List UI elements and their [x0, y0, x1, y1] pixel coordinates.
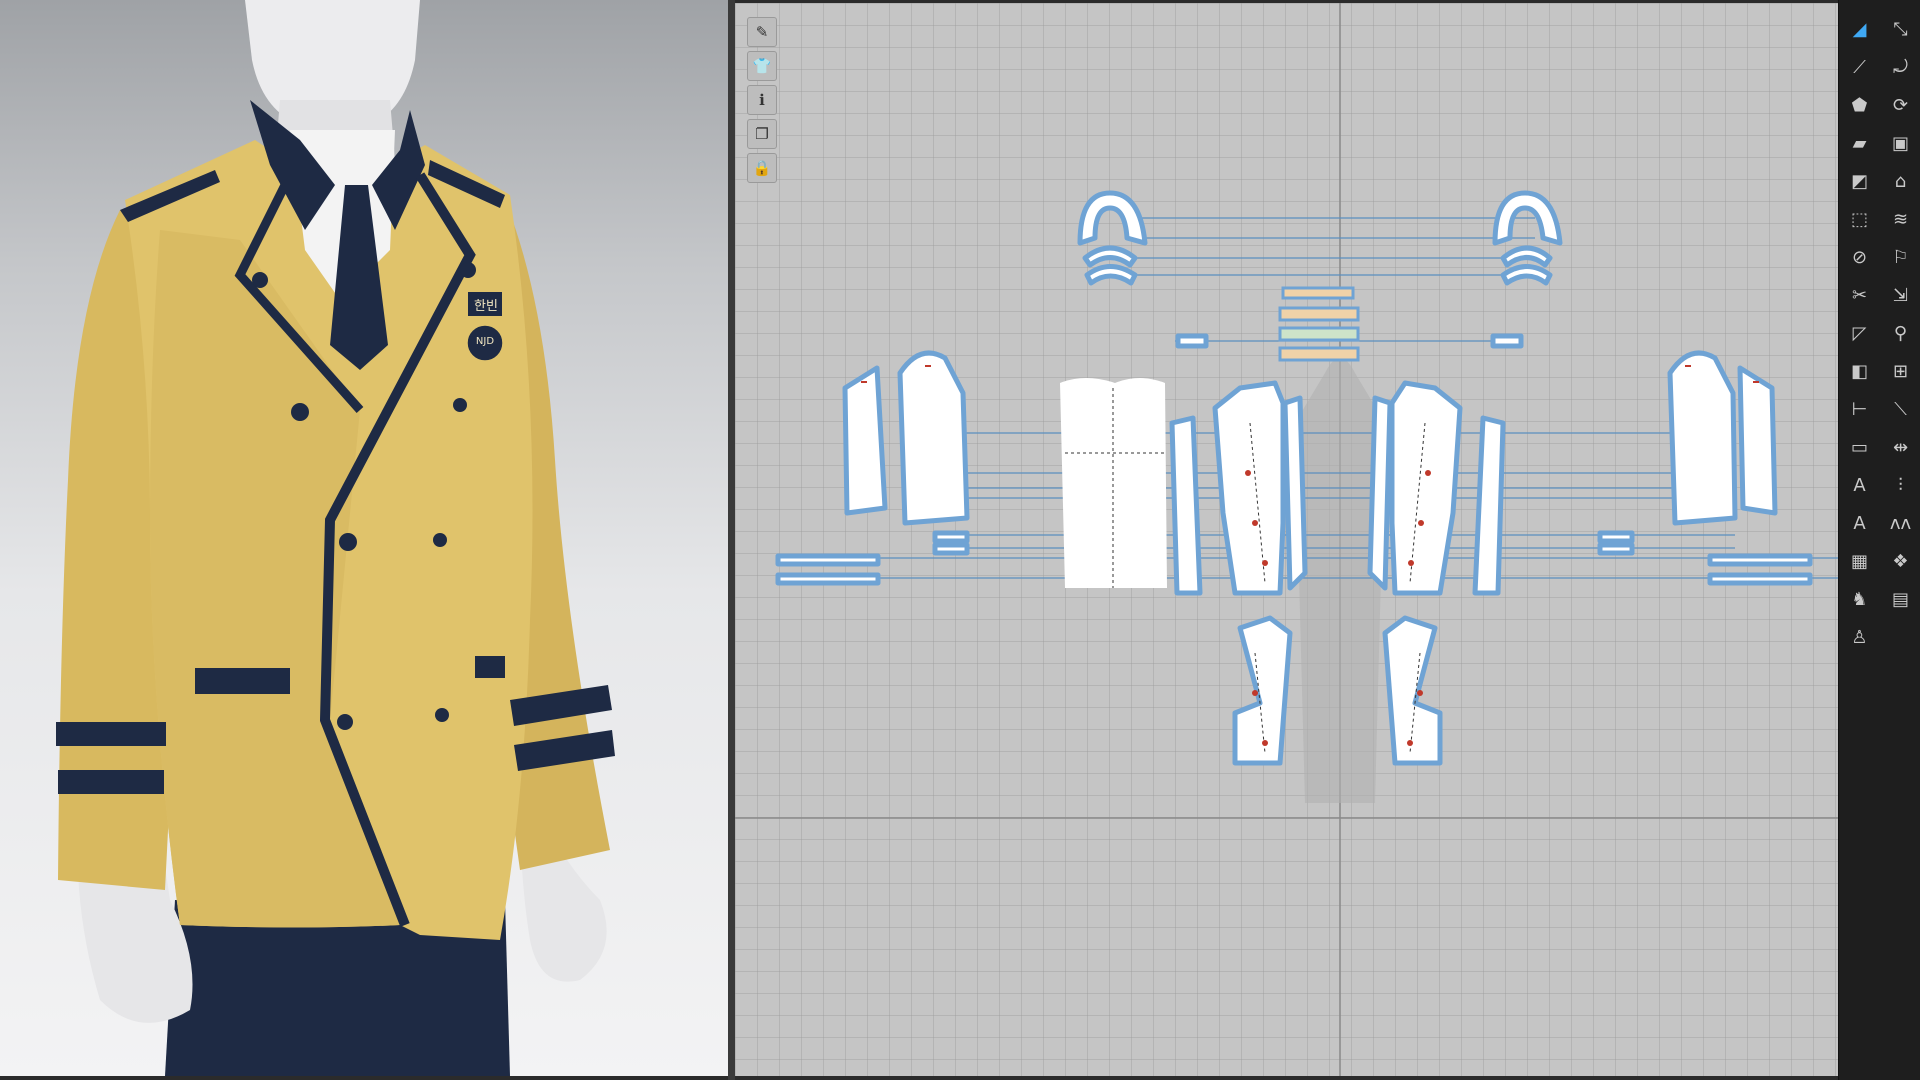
curve-icon[interactable]: ⤾ — [1880, 48, 1920, 86]
topsleeve-right — [1667, 350, 1738, 526]
topsleeve-left — [897, 350, 970, 526]
iron-icon[interactable]: ⌂ — [1880, 162, 1920, 200]
school-emblem: NJD — [475, 336, 495, 347]
avatar-icon[interactable]: ♞ — [1839, 580, 1880, 618]
text-large-icon[interactable]: A — [1839, 504, 1880, 542]
texture-icon[interactable]: ❖ — [1880, 542, 1920, 580]
figure-icon[interactable]: ♙ — [1839, 618, 1880, 656]
side-panel-left — [1169, 415, 1203, 596]
tape-icon[interactable]: ▭ — [1839, 428, 1880, 466]
trace-icon[interactable]: ◩ — [1839, 162, 1880, 200]
front-right — [1389, 380, 1463, 596]
2d-pattern-window[interactable]: ✎ 👕 ℹ ❐ 🔒 — [735, 3, 1838, 1076]
strip-right-b — [1707, 572, 1813, 586]
dart-icon[interactable]: ◸ — [1839, 314, 1880, 352]
lock-garment-icon[interactable]: 🔒 — [747, 153, 777, 183]
copy-icon[interactable]: ❐ — [747, 119, 777, 149]
facing-1 — [1281, 286, 1355, 300]
pin-icon[interactable]: ⚲ — [1880, 314, 1920, 352]
length-icon[interactable]: ⇹ — [1880, 428, 1920, 466]
undersleeve-left — [842, 365, 888, 516]
stand-piece-l1 — [1082, 245, 1138, 268]
right-pocket-flap — [475, 656, 505, 678]
strip-left-b — [775, 572, 881, 586]
name-tag: 한빈 — [474, 299, 498, 314]
info-icon[interactable]: ℹ — [747, 85, 777, 115]
side-panel-right — [1472, 415, 1506, 596]
pattern-canvas — [735, 3, 1838, 1076]
fold-icon[interactable]: ≋ — [1880, 200, 1920, 238]
sew-icon[interactable]: ⇲ — [1880, 276, 1920, 314]
button-icon[interactable]: ◧ — [1839, 352, 1880, 390]
garment-icon[interactable]: 👕 — [747, 51, 777, 81]
tool-palette: ◢ ⤡ ⟋ ⤾ ⬟ ⟳ ▰ ▣ ◩ ⌂ ⬚ ≋ ⊘ ⚐ ✂ ⇲ ◸ ⚲ ◧ ⊞ ⊢ ⟍ ▭ ⇹ A ⫶ Aʌʌ ▦ ❖ ♞ ▤ ♙ — [1838, 0, 1920, 1080]
seam-icon[interactable]: ⊘ — [1839, 238, 1880, 276]
measure-icon[interactable]: ⊢ — [1839, 390, 1880, 428]
left-cuff-stripe-1 — [56, 722, 166, 746]
internal-rect-icon[interactable]: ▣ — [1880, 124, 1920, 162]
pattern-toolbar: ✎ 👕 ℹ ❐ 🔒 — [747, 17, 777, 183]
brush-icon[interactable]: ✎ — [747, 17, 777, 47]
tab-right — [1490, 333, 1524, 349]
tack-icon[interactable]: ⚐ — [1880, 238, 1920, 276]
cut-icon[interactable]: ✂ — [1839, 276, 1880, 314]
facing-3 — [1278, 326, 1360, 342]
stand-piece-l2 — [1084, 264, 1138, 286]
viewport-divider[interactable] — [728, 0, 735, 1080]
gift-icon[interactable]: ▤ — [1880, 580, 1920, 618]
zipper-icon[interactable]: ⫶ — [1880, 466, 1920, 504]
buttonhole-icon[interactable]: ⊞ — [1880, 352, 1920, 390]
cuff-left-b — [932, 542, 970, 556]
lower-front-right — [1382, 615, 1443, 766]
left-pocket-flap — [195, 668, 290, 694]
cuff-right-a — [1597, 530, 1635, 544]
cuff-left-a — [932, 530, 970, 544]
side-front-left — [1282, 395, 1308, 591]
undersleeve-right — [1737, 365, 1778, 516]
rotate-icon[interactable]: ⟳ — [1880, 86, 1920, 124]
facing-2 — [1278, 306, 1360, 322]
front-left — [1212, 380, 1286, 596]
rectangle-icon[interactable]: ▰ — [1839, 124, 1880, 162]
cuff-right-b — [1597, 542, 1635, 556]
stand-piece-r1 — [1500, 245, 1553, 268]
left-cuff-stripe-2 — [58, 770, 164, 794]
avatar-with-jacket — [56, 0, 615, 1076]
side-front-right — [1367, 395, 1393, 591]
collar-piece-left — [1077, 190, 1148, 246]
lower-front-left — [1232, 615, 1293, 766]
3d-viewport[interactable]: 한빈 NJD — [0, 0, 728, 1076]
stitch-icon[interactable]: ʌʌ — [1880, 504, 1920, 542]
tab-left — [1175, 333, 1209, 349]
grade-icon[interactable]: ▦ — [1839, 542, 1880, 580]
text-small-icon[interactable]: A — [1839, 466, 1880, 504]
stand-piece-r2 — [1500, 264, 1553, 286]
facing-4 — [1278, 346, 1360, 362]
dotted-rect-icon[interactable]: ⬚ — [1839, 200, 1880, 238]
ruler-icon[interactable]: ⟍ — [1880, 390, 1920, 428]
avatar-silhouette — [1295, 358, 1385, 803]
transform-icon[interactable]: ⤡ — [1880, 10, 1920, 48]
strip-left-a — [775, 553, 881, 567]
strip-right-a — [1707, 553, 1813, 567]
select-pattern-icon[interactable]: ◢ — [1839, 10, 1880, 48]
polygon-icon[interactable]: ⬟ — [1839, 86, 1880, 124]
edit-point-icon[interactable]: ⟋ — [1839, 48, 1880, 86]
